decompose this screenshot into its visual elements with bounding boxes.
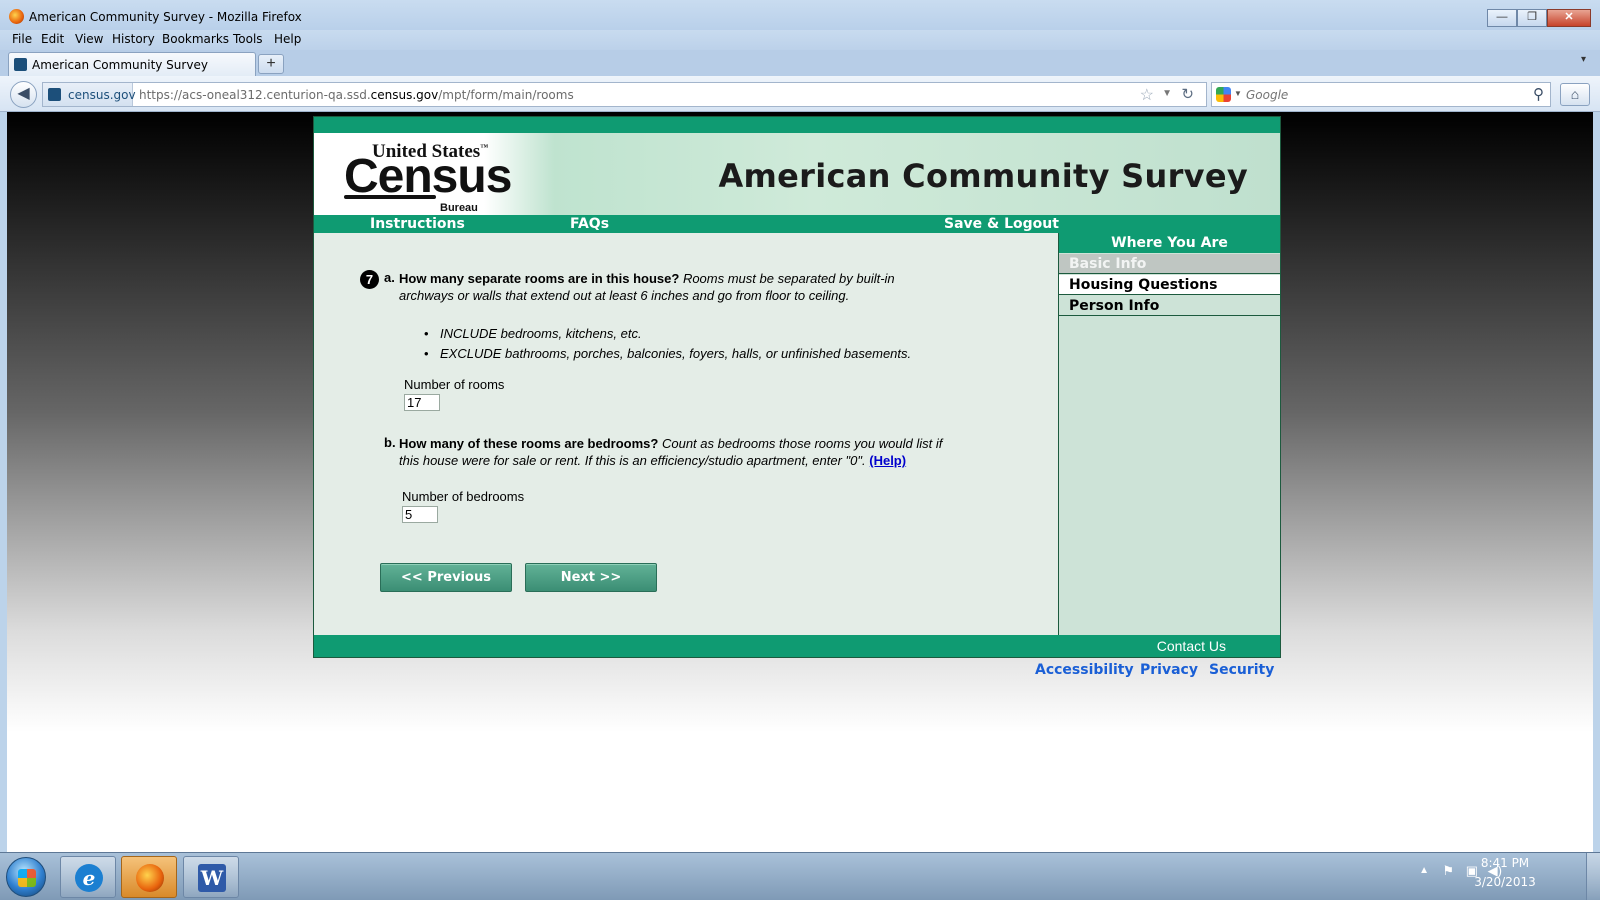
menu-history[interactable]: History: [112, 32, 155, 46]
help-link[interactable]: (Help): [869, 453, 906, 468]
taskbar-internet-explorer[interactable]: e: [60, 856, 116, 898]
nav-faqs[interactable]: FAQs: [570, 216, 609, 232]
clock-time[interactable]: 8:41 PM: [1470, 856, 1540, 870]
census-form-page: United States™ Census Bureau American Co…: [313, 116, 1281, 658]
list-item: EXCLUDE bathrooms, porches, balconies, f…: [424, 344, 911, 364]
search-engine-dropdown-icon[interactable]: ▼: [1234, 89, 1242, 98]
census-header: United States™ Census Bureau American Co…: [314, 133, 1280, 215]
census-favicon-icon: [14, 58, 27, 71]
header-top-stripe: [314, 117, 1280, 133]
question-b-bold: How many of these rooms are bedrooms?: [399, 436, 659, 451]
site-identity-button[interactable]: census.gov: [43, 83, 136, 106]
logo-swoosh: [344, 195, 436, 199]
sidebar-item-basic-info[interactable]: Basic Info: [1059, 254, 1280, 274]
menu-bar: File Edit View History Bookmarks Tools H…: [0, 30, 1600, 50]
question-b-italic-line1: Count as bedrooms those rooms you would …: [661, 436, 943, 451]
previous-button[interactable]: << Previous: [380, 563, 512, 592]
question-a-bullets: INCLUDE bedrooms, kitchens, etc. EXCLUDE…: [424, 324, 911, 364]
taskbar-word[interactable]: W: [183, 856, 239, 898]
where-you-are-sidebar: Where You Are Basic Info Housing Questio…: [1058, 233, 1280, 635]
security-link[interactable]: Security: [1209, 662, 1274, 678]
new-tab-button[interactable]: +: [258, 54, 284, 74]
url-text[interactable]: https://acs-oneal312.centurion-qa.ssd.ce…: [139, 88, 574, 102]
question-a-bold: How many separate rooms are in this hous…: [399, 271, 680, 286]
search-icon[interactable]: ⚲: [1533, 85, 1544, 103]
list-item: INCLUDE bedrooms, kitchens, etc.: [424, 324, 911, 344]
window-titlebar: American Community Survey - Mozilla Fire…: [0, 0, 1600, 30]
firefox-icon: [9, 9, 24, 24]
bedrooms-label: Number of bedrooms: [402, 489, 525, 504]
navigation-toolbar: ◀ census.gov https://acs-oneal312.centur…: [0, 76, 1600, 112]
reload-icon[interactable]: ↻: [1181, 85, 1194, 103]
bookmark-star-icon[interactable]: ☆: [1140, 85, 1154, 105]
question-a-italic-line2: archways or walls that extend out at lea…: [399, 288, 850, 303]
nav-instructions[interactable]: Instructions: [370, 216, 465, 232]
contact-us-link[interactable]: Contact Us: [1157, 638, 1226, 654]
url-prefix: https://acs-oneal312.centurion-qa.ssd.: [139, 88, 371, 102]
menu-view[interactable]: View: [75, 32, 103, 46]
maximize-button[interactable]: ❐: [1517, 9, 1547, 27]
search-bar[interactable]: ▼ ⚲: [1211, 82, 1551, 107]
taskbar-firefox[interactable]: [121, 856, 177, 898]
sidebar-item-person-info[interactable]: Person Info: [1059, 296, 1280, 316]
logo-census: Census: [344, 150, 512, 203]
menu-help[interactable]: Help: [274, 32, 301, 46]
word-icon: W: [198, 864, 226, 892]
url-path: /mpt/form/main/rooms: [438, 88, 574, 102]
question-b-letter: b.: [384, 435, 396, 450]
window-controls: — ❐ ✕: [1487, 9, 1591, 27]
question-b-italic-line2: this house were for sale or rent. If thi…: [399, 453, 866, 468]
google-engine-icon[interactable]: [1216, 87, 1231, 102]
sidebar-item-housing-questions[interactable]: Housing Questions: [1059, 275, 1280, 295]
privacy-link[interactable]: Privacy: [1140, 662, 1198, 678]
logo-bureau: Bureau: [440, 202, 478, 214]
show-desktop-button[interactable]: [1586, 853, 1600, 900]
tray-expand-icon[interactable]: ▲: [1419, 865, 1429, 876]
url-domain: census.gov: [370, 88, 439, 102]
census-nav: Instructions FAQs Save & Logout: [314, 215, 1280, 233]
address-bar[interactable]: census.gov https://acs-oneal312.centurio…: [42, 82, 1207, 107]
survey-title: American Community Survey: [718, 157, 1248, 195]
tab-american-community-survey[interactable]: American Community Survey: [8, 52, 256, 76]
tab-label: American Community Survey: [32, 58, 208, 72]
firefox-icon: [136, 864, 164, 892]
bedrooms-input[interactable]: [402, 506, 438, 523]
next-button[interactable]: Next >>: [525, 563, 657, 592]
url-dropdown-icon[interactable]: ▼: [1162, 88, 1172, 99]
question-b-text: How many of these rooms are bedrooms? Co…: [399, 435, 1019, 469]
tab-list-chevron-icon[interactable]: ▾: [1581, 54, 1586, 65]
start-button[interactable]: [6, 857, 46, 897]
search-input[interactable]: [1246, 86, 1516, 103]
window-title: American Community Survey - Mozilla Fire…: [29, 10, 302, 24]
sidebar-title: Where You Are: [1059, 233, 1280, 253]
rooms-input[interactable]: [404, 394, 440, 411]
rooms-label: Number of rooms: [404, 377, 505, 392]
question-a-text: How many separate rooms are in this hous…: [399, 270, 999, 304]
minimize-button[interactable]: —: [1487, 9, 1517, 27]
clock-date[interactable]: 3/20/2013: [1470, 875, 1540, 889]
menu-edit[interactable]: Edit: [41, 32, 64, 46]
menu-file[interactable]: File: [12, 32, 32, 46]
windows-logo-icon: [18, 869, 36, 887]
back-arrow-icon[interactable]: ◀: [10, 81, 37, 108]
nav-save-logout[interactable]: Save & Logout: [944, 216, 1059, 232]
internet-explorer-icon: e: [75, 864, 103, 892]
home-icon[interactable]: ⌂: [1560, 83, 1590, 106]
question-panel: 7 a. How many separate rooms are in this…: [314, 233, 1058, 635]
tab-strip: American Community Survey + ▾: [0, 50, 1600, 76]
close-button[interactable]: ✕: [1547, 9, 1591, 27]
windows-taskbar: e W ▲ ⚑ ▣ ◀) 8:41 PM 3/20/2013: [0, 852, 1600, 900]
question-a-letter: a.: [384, 270, 395, 285]
action-center-flag-icon[interactable]: ⚑: [1442, 863, 1454, 879]
question-a-italic-line1: Rooms must be separated by built-in: [682, 271, 895, 286]
census-favicon-icon: [48, 88, 61, 101]
accessibility-link[interactable]: Accessibility: [1035, 662, 1134, 678]
menu-bookmarks[interactable]: Bookmarks: [162, 32, 229, 46]
menu-tools[interactable]: Tools: [233, 32, 263, 46]
question-number-badge: 7: [360, 270, 379, 289]
site-identity-label: census.gov: [68, 88, 136, 102]
census-footer: Contact Us: [314, 635, 1280, 657]
